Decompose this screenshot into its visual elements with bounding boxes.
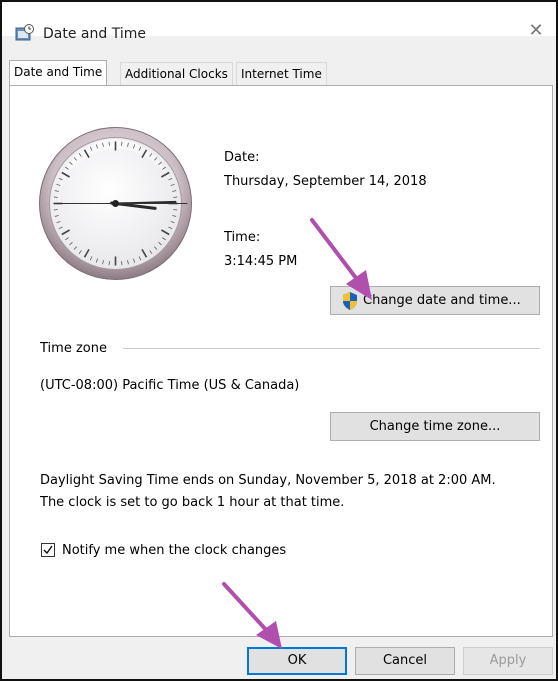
tab-date-and-time[interactable]: Date and Time [9,60,108,85]
change-date-and-time-button[interactable]: Change date and time... [330,286,540,315]
tab-additional-clocks[interactable]: Additional Clocks [120,62,233,85]
change-time-zone-button[interactable]: Change time zone... [330,412,540,441]
time-zone-section-label: Time zone [40,341,107,356]
tab-internet-time[interactable]: Internet Time [236,62,327,85]
time-zone-divider [123,348,540,349]
date-label: Date: [224,150,260,165]
date-value: Thursday, September 14, 2018 [224,174,427,189]
apply-button[interactable]: Apply [463,647,553,675]
notify-label[interactable]: Notify me when the clock changes [62,543,286,558]
time-zone-value: (UTC-08:00) Pacific Time (US & Canada) [40,378,300,393]
date-time-dialog: Date and Time ✕ Date and Time Additional… [0,0,558,681]
dst-notice-line-2: The clock is set to go back 1 hour at th… [40,495,345,510]
dst-notice-line-1: Daylight Saving Time ends on Sunday, Nov… [40,473,496,488]
close-icon[interactable]: ✕ [524,20,548,41]
checkmark-icon [43,545,53,555]
ok-button[interactable]: OK [247,647,347,675]
notify-checkbox[interactable] [41,543,55,557]
uac-shield-icon [342,292,358,314]
tab-panel: Date: Thursday, September 14, 2018 Time:… [9,85,553,637]
tab-strip: Date and Time Additional Clocks Internet… [9,60,549,86]
change-date-and-time-label: Change date and time... [363,293,521,308]
title-bar: Date and Time ✕ [2,2,556,42]
window-title: Date and Time [43,26,146,42]
time-value: 3:14:45 PM [224,254,298,269]
date-time-app-icon [15,24,35,42]
cancel-button[interactable]: Cancel [355,647,455,675]
time-label: Time: [224,230,261,245]
analog-clock [39,127,192,280]
